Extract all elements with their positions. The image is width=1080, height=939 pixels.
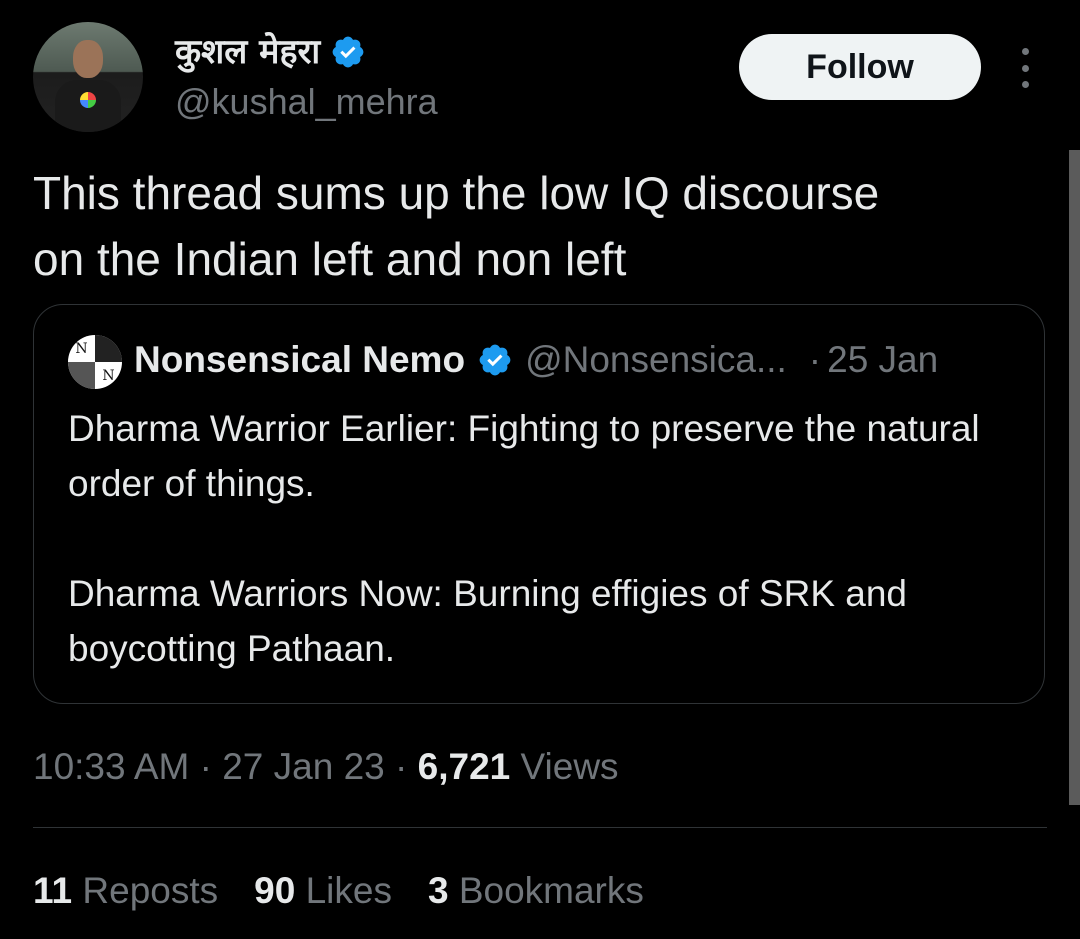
reposts-stat[interactable]: 11 Reposts bbox=[33, 870, 218, 912]
tweet-text: This thread sums up the low IQ discourse… bbox=[33, 167, 880, 285]
likes-label: Likes bbox=[305, 870, 392, 911]
likes-count: 90 bbox=[254, 870, 296, 911]
bookmarks-stat[interactable]: 3 Bookmarks bbox=[428, 870, 644, 912]
avatar-portrait bbox=[95, 335, 122, 362]
quoted-paragraph: Dharma Warrior Earlier: Fighting to pres… bbox=[68, 408, 980, 504]
quoted-author-avatar[interactable]: N N bbox=[68, 335, 122, 389]
avatar-shirt-logo bbox=[80, 92, 96, 108]
avatar-letter: N bbox=[102, 367, 115, 384]
more-dot bbox=[1021, 48, 1029, 55]
author-handle[interactable]: @kushal_mehra bbox=[175, 80, 438, 124]
quoted-handle[interactable]: @Nonsensica... bbox=[525, 339, 787, 381]
tweet-meta: 10:33 AM · 27 Jan 23 · 6,721 Views bbox=[33, 746, 619, 788]
author-avatar[interactable] bbox=[33, 22, 143, 132]
tweet-time[interactable]: 10:33 AM bbox=[33, 746, 189, 787]
divider bbox=[33, 827, 1047, 828]
verified-badge-icon bbox=[332, 36, 364, 68]
avatar-face bbox=[73, 40, 103, 78]
reposts-count: 11 bbox=[33, 870, 73, 911]
quoted-separator: · bbox=[808, 339, 822, 380]
author-name-row[interactable]: कुशल मेहरा bbox=[175, 32, 366, 72]
meta-separator: · bbox=[395, 746, 408, 787]
more-dot bbox=[1021, 81, 1029, 88]
tweet-detail: कुशल मेहरा @kushal_mehra Follow This thr… bbox=[0, 0, 1080, 939]
verified-badge-icon bbox=[479, 344, 511, 376]
meta-separator: · bbox=[199, 746, 212, 787]
quoted-tweet-header: Nonsensical Nemo @Nonsensica... · 25 Jan bbox=[134, 339, 938, 381]
quoted-paragraph: Dharma Warriors Now: Burning effigies of… bbox=[68, 573, 908, 669]
reposts-label: Reposts bbox=[82, 870, 219, 911]
bookmarks-count: 3 bbox=[427, 870, 449, 911]
quoted-date[interactable]: 25 Jan bbox=[827, 339, 938, 381]
avatar-letter: N bbox=[75, 340, 88, 357]
quoted-tweet-text: Dharma Warrior Earlier: Fighting to pres… bbox=[68, 401, 1028, 676]
scrollbar[interactable] bbox=[1069, 150, 1080, 805]
tweet-date[interactable]: 27 Jan 23 bbox=[222, 746, 385, 787]
avatar-portrait bbox=[68, 362, 95, 389]
follow-button[interactable]: Follow bbox=[739, 34, 981, 100]
views-label: Views bbox=[520, 746, 619, 787]
engagement-stats: 11 Reposts 90 Likes 3 Bookmarks bbox=[33, 870, 644, 912]
more-dot bbox=[1021, 64, 1029, 72]
more-vertical-icon[interactable] bbox=[1013, 48, 1037, 88]
views-count: 6,721 bbox=[417, 746, 511, 787]
author-display-name[interactable]: कुशल मेहरा bbox=[175, 32, 320, 72]
likes-stat[interactable]: 90 Likes bbox=[254, 870, 392, 912]
quoted-tweet-card[interactable]: N N Nonsensical Nemo @Nonsensica... · 25… bbox=[33, 304, 1045, 704]
quoted-display-name[interactable]: Nonsensical Nemo bbox=[134, 339, 465, 381]
bookmarks-label: Bookmarks bbox=[458, 870, 644, 911]
